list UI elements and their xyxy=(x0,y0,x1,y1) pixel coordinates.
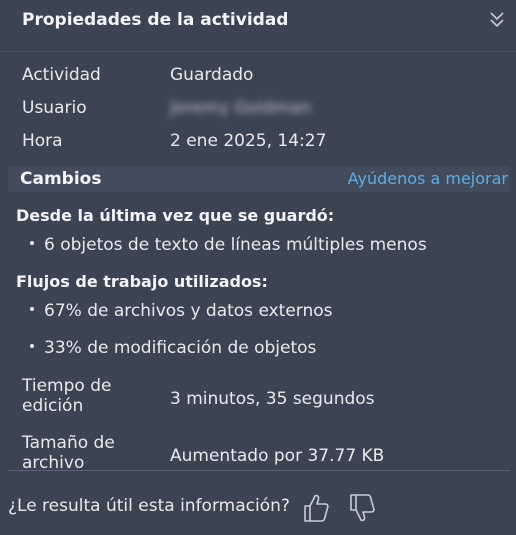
user-label: Usuario xyxy=(22,98,87,118)
bullet-icon xyxy=(30,344,34,348)
time-value: 2 ene 2025, 14:27 xyxy=(170,131,327,151)
double-chevron-down-icon[interactable] xyxy=(488,10,506,30)
bullet-icon xyxy=(30,307,34,311)
list-item: 67% de archivos y datos externos xyxy=(30,301,333,321)
edit-time-value: 3 minutos, 35 segundos xyxy=(170,389,375,409)
bullet-icon xyxy=(30,241,34,245)
changes-section-bar: Cambios Ayúdenos a mejorar xyxy=(8,166,510,192)
user-value: Jeremy Goldman xyxy=(170,98,312,118)
changes-title: Cambios xyxy=(20,169,102,189)
workflows-heading: Flujos de trabajo utilizados: xyxy=(16,272,268,291)
help-improve-link[interactable]: Ayúdenos a mejorar xyxy=(348,169,508,188)
since-last-save-heading: Desde la última vez que se guardó: xyxy=(16,206,335,225)
file-size-label: Tamaño de archivo xyxy=(22,433,115,473)
time-label: Hora xyxy=(22,131,63,151)
panel-title: Propiedades de la actividad xyxy=(22,10,289,30)
edit-time-label: Tiempo de edición xyxy=(22,376,112,416)
activity-value: Guardado xyxy=(170,65,254,85)
feedback-question: ¿Le resulta útil esta información? xyxy=(8,496,290,516)
list-item: 6 objetos de texto de líneas múltiples m… xyxy=(30,235,427,255)
thumbs-down-icon[interactable] xyxy=(347,492,377,524)
activity-properties-panel: Propiedades de la actividad Actividad Gu… xyxy=(0,0,516,535)
thumbs-up-icon[interactable] xyxy=(301,492,331,524)
panel-header: Propiedades de la actividad xyxy=(0,0,516,52)
list-item: 33% de modificación de objetos xyxy=(30,338,316,358)
footer-divider xyxy=(8,470,510,471)
activity-label: Actividad xyxy=(22,65,101,85)
file-size-value: Aumentado por 37.77 KB xyxy=(170,446,385,466)
